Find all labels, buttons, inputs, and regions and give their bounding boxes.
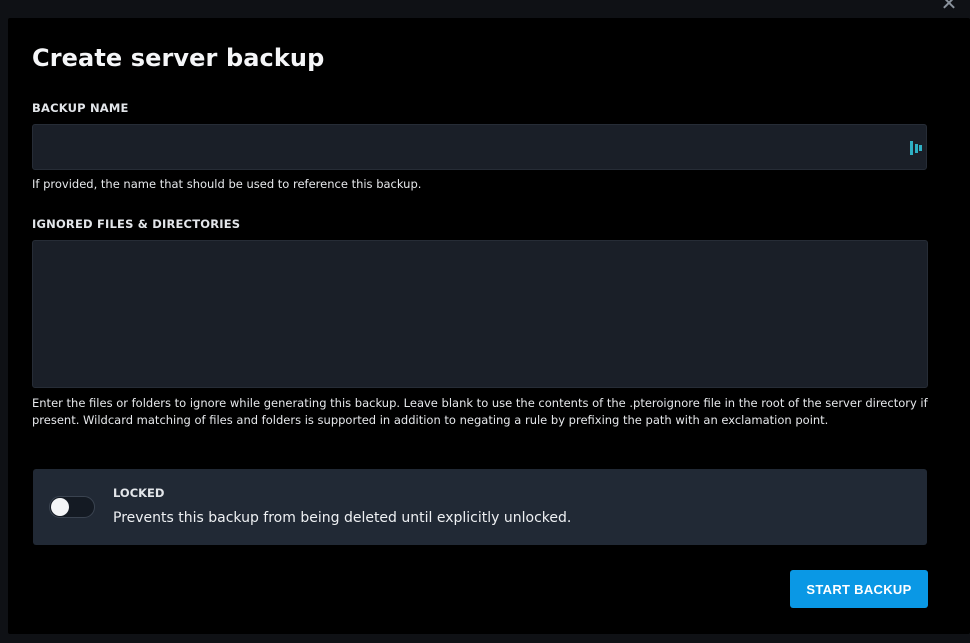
backup-name-label: BACKUP NAME <box>32 101 129 115</box>
locked-panel: LOCKED Prevents this backup from being d… <box>33 469 927 545</box>
close-icon[interactable]: ✕ <box>938 0 960 14</box>
backup-name-helper: If provided, the name that should be use… <box>32 177 422 191</box>
ignored-files-helper: Enter the files or folders to ignore whi… <box>32 396 928 427</box>
locked-toggle[interactable] <box>49 496 95 518</box>
toggle-knob <box>51 498 69 516</box>
ignored-files-label: IGNORED FILES & DIRECTORIES <box>32 217 241 231</box>
start-backup-button[interactable]: START BACKUP <box>790 570 928 608</box>
locked-title: LOCKED <box>113 486 165 500</box>
create-backup-modal: Create server backup BACKUP NAME If prov… <box>8 18 970 634</box>
password-manager-icon[interactable] <box>910 141 922 155</box>
locked-description: Prevents this backup from being deleted … <box>113 510 572 526</box>
ignored-files-textarea[interactable] <box>32 240 928 388</box>
modal-title: Create server backup <box>32 44 325 72</box>
backup-name-input[interactable] <box>32 124 927 170</box>
